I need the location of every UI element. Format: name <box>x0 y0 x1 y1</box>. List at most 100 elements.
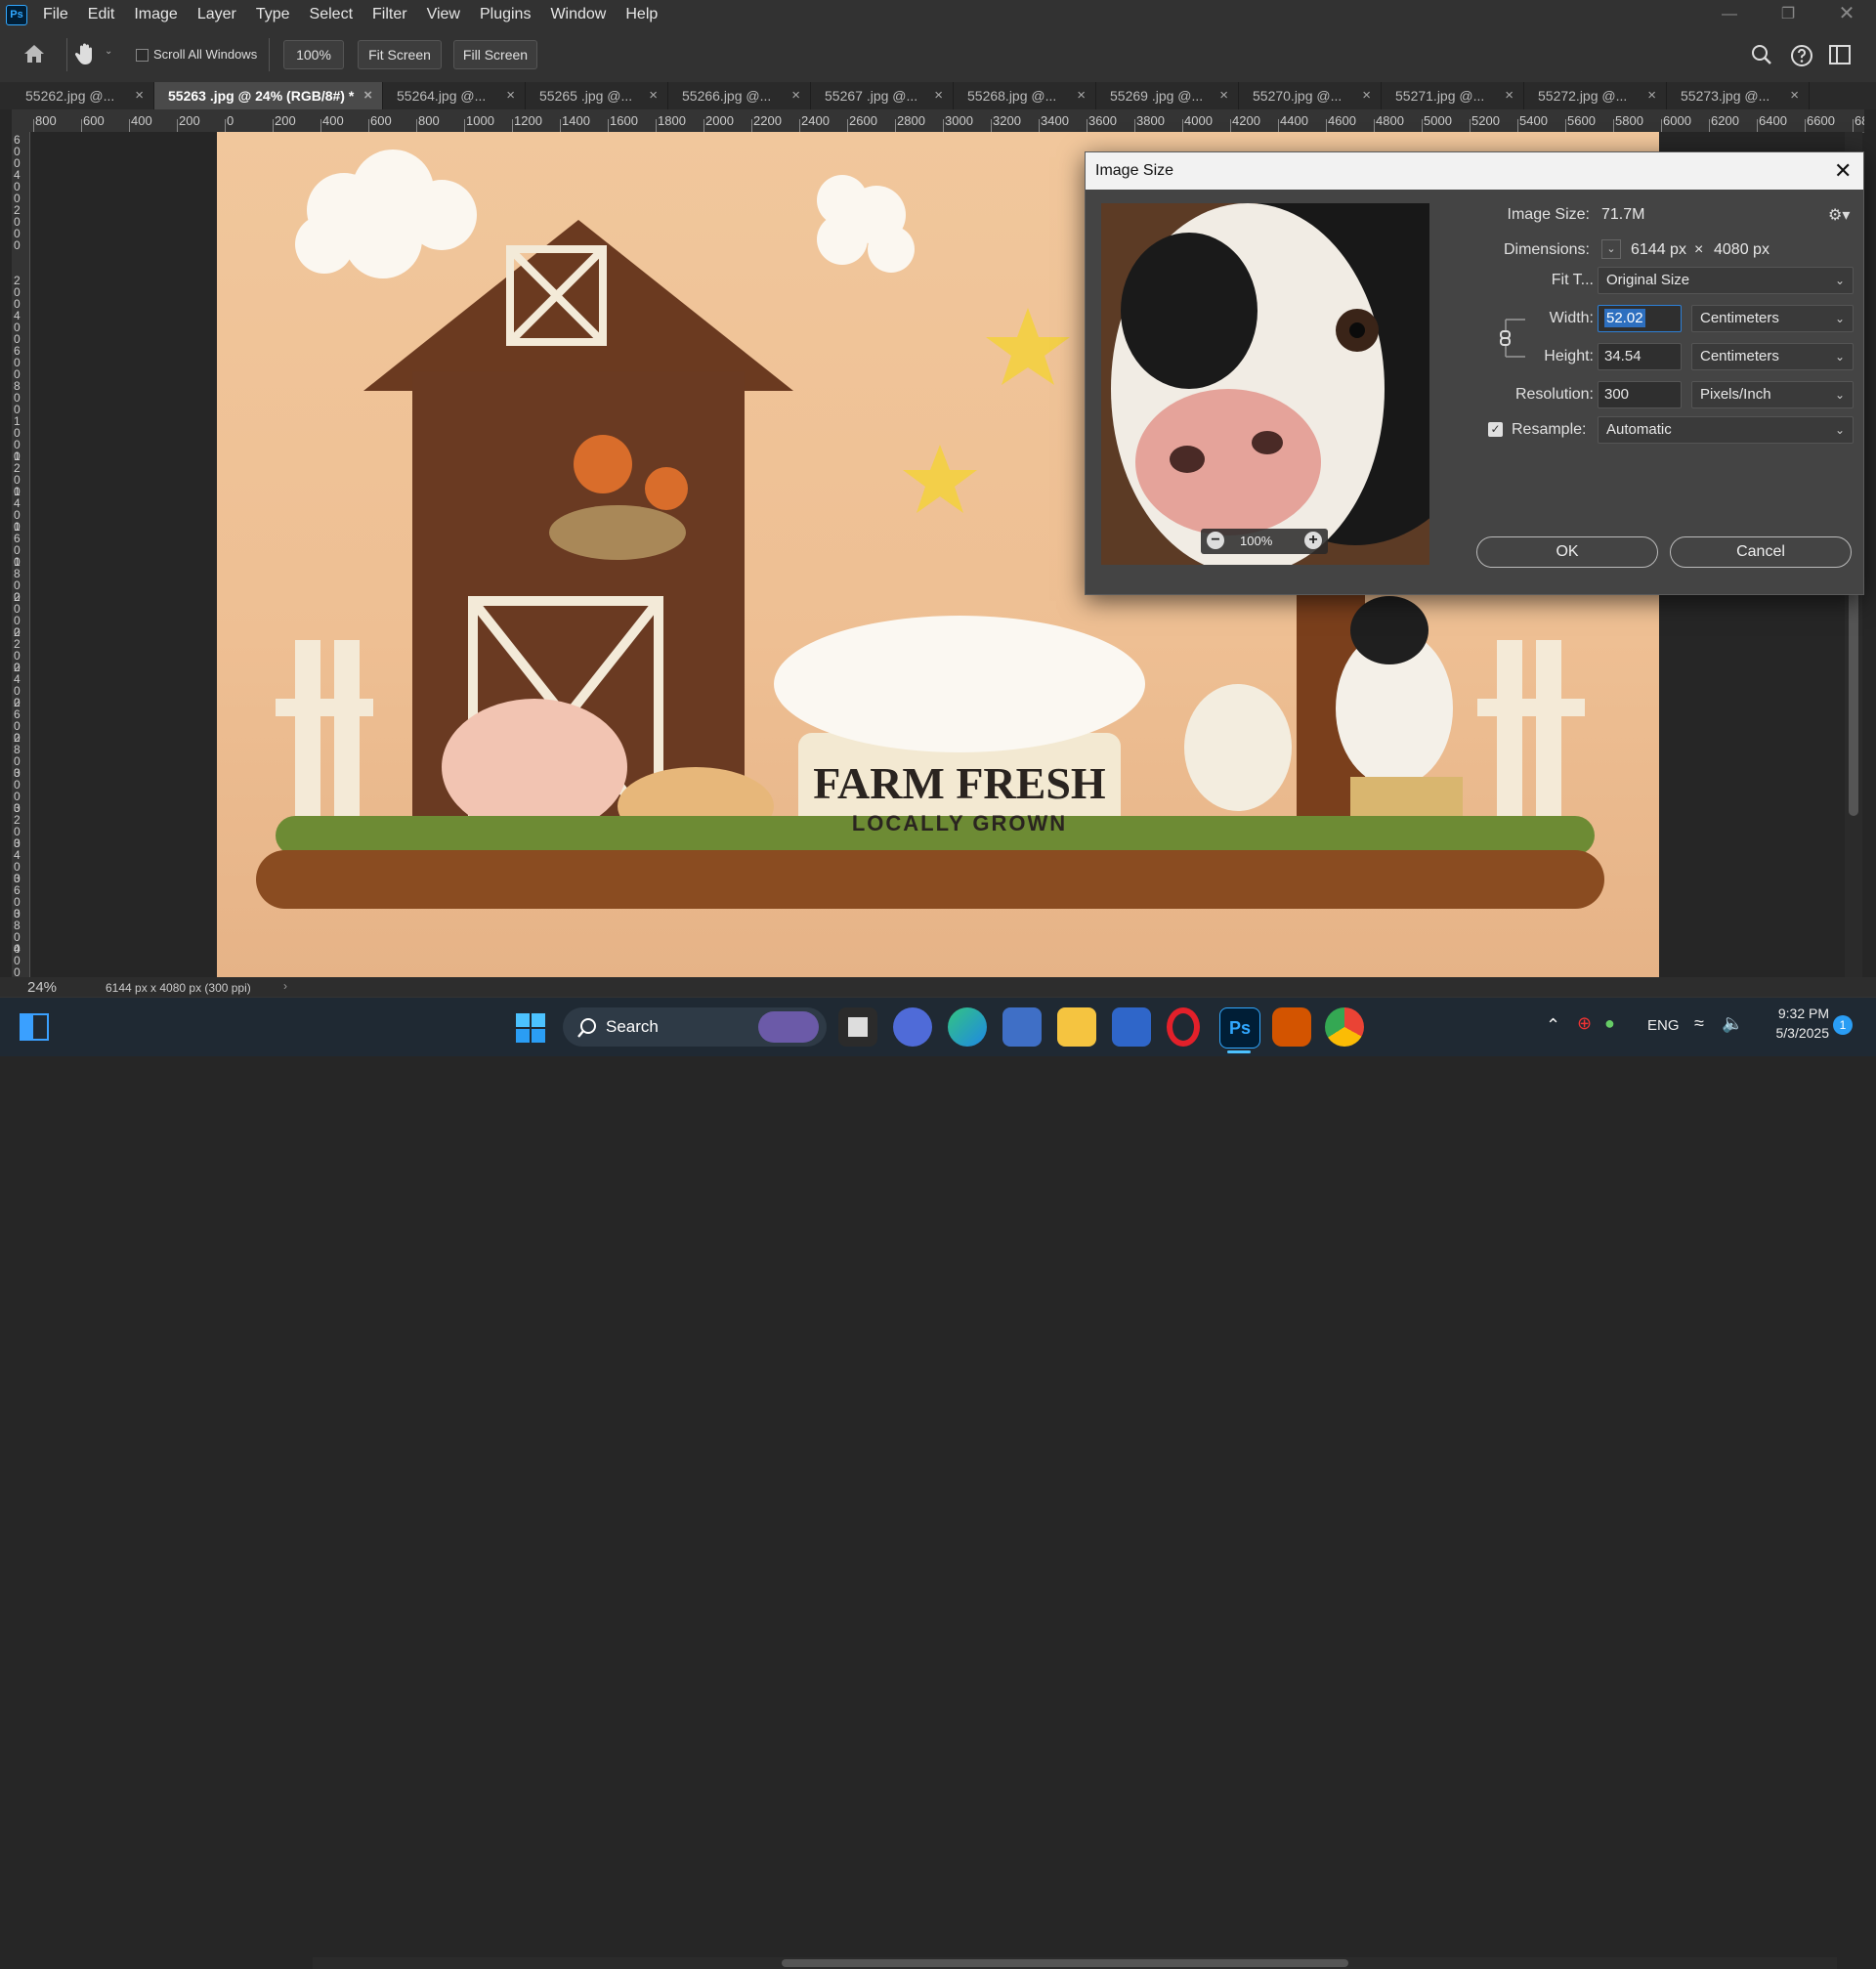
chat-icon[interactable] <box>893 1007 932 1047</box>
photoshop-taskbar-icon[interactable]: Ps <box>1219 1007 1260 1049</box>
tab-55268[interactable]: 55268.jpg @... × <box>954 82 1096 109</box>
tab-55267[interactable]: 55267 .jpg @... × <box>811 82 954 109</box>
fit-screen-button[interactable]: Fit Screen <box>358 40 442 69</box>
width-input[interactable]: 52.02 <box>1598 305 1682 332</box>
tab-55262[interactable]: 55262.jpg @... × <box>12 82 154 109</box>
scroll-thumb[interactable] <box>1849 591 1858 816</box>
tab-55272[interactable]: 55272.jpg @... × <box>1524 82 1667 109</box>
widgets-icon[interactable] <box>20 1013 49 1041</box>
resolution-unit-select[interactable]: Pixels/Inch ⌄ <box>1691 381 1854 408</box>
menu-plugins[interactable]: Plugins <box>470 6 540 23</box>
zoom-in-icon[interactable]: + <box>1304 532 1322 549</box>
dialog-titlebar[interactable]: Image Size ✕ <box>1086 152 1863 190</box>
close-tab-icon[interactable]: × <box>363 82 372 109</box>
menu-edit[interactable]: Edit <box>78 6 125 23</box>
close-tab-icon[interactable]: × <box>135 82 144 109</box>
horizontal-scrollbar[interactable] <box>313 1957 1837 1969</box>
scroll-thumb[interactable] <box>782 1959 1348 1967</box>
tab-55266[interactable]: 55266.jpg @... × <box>668 82 811 109</box>
dimensions-dropdown-icon[interactable]: ⌄ <box>1601 239 1621 259</box>
resample-checkbox[interactable]: ✓ <box>1488 422 1503 437</box>
resolution-input[interactable]: 300 <box>1598 381 1682 408</box>
edge-browser-icon[interactable] <box>948 1007 987 1047</box>
menu-filter[interactable]: Filter <box>362 6 417 23</box>
file-explorer-icon[interactable] <box>1057 1007 1096 1047</box>
ruler-tick-label: 0 <box>227 113 234 128</box>
home-icon[interactable] <box>21 42 47 65</box>
tab-55271[interactable]: 55271.jpg @... × <box>1382 82 1524 109</box>
tab-55265[interactable]: 55265 .jpg @... × <box>526 82 668 109</box>
scroll-all-checkbox[interactable] <box>136 49 149 62</box>
cancel-button[interactable]: Cancel <box>1670 536 1852 568</box>
fit-to-select[interactable]: Original Size ⌄ <box>1598 267 1854 294</box>
close-tab-icon[interactable]: × <box>791 82 800 109</box>
resample-method-select[interactable]: Automatic ⌄ <box>1598 416 1854 444</box>
language-indicator[interactable]: ENG <box>1647 1017 1680 1034</box>
search-icon[interactable] <box>1751 44 1772 65</box>
tray-app-icon[interactable]: ● <box>1604 1013 1615 1034</box>
gear-icon[interactable]: ⚙▾ <box>1828 205 1850 225</box>
chevron-up-icon[interactable]: ⌃ <box>1546 1015 1560 1036</box>
volume-muted-icon[interactable]: 🔈 <box>1722 1013 1743 1034</box>
chevron-down-icon[interactable]: ⌄ <box>105 46 112 57</box>
tab-55270[interactable]: 55270.jpg @... × <box>1239 82 1382 109</box>
menu-layer[interactable]: Layer <box>188 6 246 23</box>
horizontal-ruler[interactable]: 800 600 400 200 0 200 400 600 800 1000 1200 1400 160… <box>12 109 1864 133</box>
menu-help[interactable]: Help <box>616 6 667 23</box>
help-icon[interactable] <box>1790 44 1813 67</box>
tab-55264[interactable]: 55264.jpg @... × <box>383 82 526 109</box>
close-tab-icon[interactable]: × <box>1790 82 1799 109</box>
width-unit-select[interactable]: Centimeters ⌄ <box>1691 305 1854 332</box>
close-tab-icon[interactable]: × <box>1647 82 1656 109</box>
chrome-browser-icon[interactable] <box>1325 1007 1364 1047</box>
close-tab-icon[interactable]: × <box>934 82 943 109</box>
tab-55273[interactable]: 55273.jpg @... × <box>1667 82 1810 109</box>
menu-view[interactable]: View <box>417 6 470 23</box>
close-window-icon[interactable]: ✕ <box>1817 0 1876 28</box>
workspace-icon[interactable] <box>1829 45 1851 64</box>
zoom-100-button[interactable]: 100% <box>283 40 344 69</box>
close-icon[interactable]: ✕ <box>1834 158 1852 184</box>
zoom-out-icon[interactable]: − <box>1207 532 1224 549</box>
close-tab-icon[interactable]: × <box>1362 82 1371 109</box>
menu-select[interactable]: Select <box>300 6 362 23</box>
ruler-tick <box>1134 119 1135 132</box>
vertical-ruler[interactable]: 600 400 200 0 200 400 600 800 1000 1200 1400 1600 18… <box>12 132 30 977</box>
height-unit-select[interactable]: Centimeters ⌄ <box>1691 343 1854 370</box>
close-tab-icon[interactable]: × <box>506 82 515 109</box>
shield-app-icon[interactable] <box>1272 1007 1311 1047</box>
taskbar-search-box[interactable]: Search <box>563 1007 827 1047</box>
close-tab-icon[interactable]: × <box>1077 82 1086 109</box>
task-view-icon[interactable] <box>838 1007 877 1047</box>
zoom-level[interactable]: 24% <box>27 979 57 996</box>
menu-window[interactable]: Window <box>540 6 616 23</box>
tab-55269[interactable]: 55269 .jpg @... × <box>1096 82 1239 109</box>
microsoft-store-icon[interactable] <box>1112 1007 1151 1047</box>
restore-icon[interactable]: ❐ <box>1759 0 1817 28</box>
menu-file[interactable]: File <box>33 6 78 23</box>
chevron-right-icon[interactable]: › <box>283 979 287 993</box>
menu-image[interactable]: Image <box>124 6 187 23</box>
windows-start-icon[interactable] <box>516 1013 545 1043</box>
minimize-icon[interactable]: — <box>1700 0 1759 28</box>
vpn-icon[interactable]: ⊕ <box>1577 1013 1592 1034</box>
close-tab-icon[interactable]: × <box>1505 82 1514 109</box>
fill-screen-button[interactable]: Fill Screen <box>453 40 537 69</box>
close-tab-icon[interactable]: × <box>1219 82 1228 109</box>
tab-55263[interactable]: 55263 .jpg @ 24% (RGB/8#) * × <box>154 82 383 109</box>
height-input[interactable]: 34.54 <box>1598 343 1682 370</box>
tab-label: 55266.jpg @... <box>682 88 772 104</box>
opera-browser-icon[interactable] <box>1167 1007 1200 1047</box>
menu-type[interactable]: Type <box>246 6 300 23</box>
clock-time[interactable]: 9:32 PM <box>1767 1006 1829 1021</box>
notification-badge[interactable]: 1 <box>1833 1015 1853 1035</box>
ruler-tick-label: 400 <box>14 168 21 205</box>
wifi-icon[interactable]: ≈ <box>1694 1013 1704 1034</box>
close-tab-icon[interactable]: × <box>649 82 658 109</box>
chevron-down-icon: ⌄ <box>1834 312 1845 325</box>
hand-tool-icon[interactable] <box>74 41 98 66</box>
snipping-tool-icon[interactable] <box>1002 1007 1042 1047</box>
ok-button[interactable]: OK <box>1476 536 1658 568</box>
preview-image[interactable]: − 100% + <box>1101 203 1429 565</box>
clock-date[interactable]: 5/3/2025 <box>1759 1025 1830 1041</box>
